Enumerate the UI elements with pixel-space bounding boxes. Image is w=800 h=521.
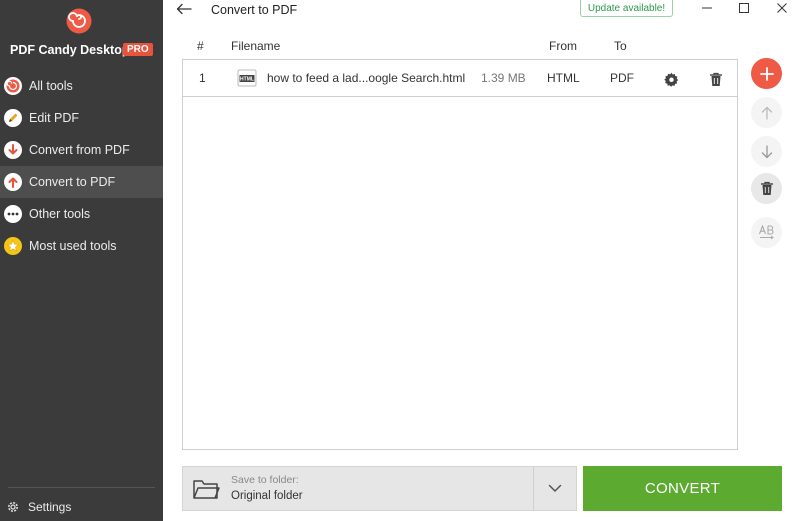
trash-icon [710, 72, 722, 86]
html-file-icon: HTML [237, 69, 257, 87]
minimize-button[interactable] [692, 0, 722, 16]
move-down-button[interactable] [751, 136, 782, 167]
table-row[interactable]: 1 HTML how to feed a lad...oogle Search.… [183, 60, 737, 97]
row-settings-button[interactable] [661, 69, 681, 89]
file-type-label: HTML [240, 77, 254, 83]
brand: PDF Candy Desktop PRO [0, 0, 163, 70]
update-available-button[interactable]: Update available! [580, 0, 673, 17]
back-button[interactable] [174, 0, 194, 18]
sidebar-item-label: All tools [29, 79, 73, 93]
sort-ab-icon [758, 224, 774, 239]
folder-dropdown-button[interactable] [534, 467, 576, 510]
row-index: 1 [199, 71, 206, 85]
trash-icon [760, 181, 773, 195]
arrow-up-icon [4, 173, 22, 191]
sidebar-item-convert-to-pdf[interactable]: Convert to PDF [0, 166, 163, 198]
maximize-icon [739, 3, 749, 13]
delete-all-button[interactable] [751, 173, 782, 204]
settings-button[interactable]: Settings [6, 498, 71, 516]
column-header-index: # [197, 39, 204, 53]
arrow-left-icon [176, 3, 192, 15]
sidebar-item-all-tools[interactable]: All tools [0, 70, 163, 102]
row-to: PDF [610, 71, 634, 85]
sidebar: PDF Candy Desktop PRO All tools Edit PDF… [0, 0, 163, 521]
pro-badge: PRO [123, 43, 153, 56]
save-folder-label: Save to folder: [231, 474, 299, 486]
file-list[interactable]: 1 HTML how to feed a lad...oogle Search.… [182, 59, 738, 450]
maximize-button[interactable] [729, 0, 759, 16]
sort-alphabetical-button[interactable] [751, 217, 782, 248]
convert-button[interactable]: CONVERT [583, 466, 782, 511]
row-size: 1.39 MB [481, 71, 526, 85]
gear-icon [8, 502, 18, 512]
sidebar-nav: All tools Edit PDF Convert from PDF Conv… [0, 70, 163, 262]
sidebar-item-edit-pdf[interactable]: Edit PDF [0, 102, 163, 134]
arrow-down-icon [761, 144, 772, 158]
plus-icon [759, 66, 774, 81]
more-dots-icon [4, 205, 22, 223]
sidebar-divider [8, 487, 155, 488]
folder-icon [193, 480, 220, 499]
arrow-up-icon [761, 106, 772, 120]
move-up-button[interactable] [751, 97, 782, 128]
close-button[interactable] [767, 0, 797, 16]
arrow-down-icon [4, 141, 22, 159]
star-icon [4, 237, 22, 255]
sidebar-item-label: Other tools [29, 207, 91, 221]
row-from: HTML [547, 71, 580, 85]
column-header-filename: Filename [231, 39, 281, 53]
sidebar-item-label: Convert to PDF [29, 175, 116, 189]
sidebar-item-most-used-tools[interactable]: Most used tools [0, 230, 163, 262]
settings-label: Settings [28, 500, 72, 514]
pencil-icon [4, 109, 22, 127]
row-filename: how to feed a lad...oogle Search.html [267, 71, 466, 85]
sidebar-item-other-tools[interactable]: Other tools [0, 198, 163, 230]
minimize-icon [702, 7, 712, 9]
chevron-down-icon [548, 484, 562, 492]
gear-icon [663, 72, 678, 87]
column-header-to: To [614, 39, 627, 53]
lollipop-logo-icon [66, 8, 92, 34]
sidebar-item-convert-from-pdf[interactable]: Convert from PDF [0, 134, 163, 166]
sidebar-item-label: Edit PDF [29, 111, 80, 125]
row-delete-button[interactable] [706, 69, 726, 89]
add-file-button[interactable] [751, 58, 782, 89]
save-folder-selector[interactable]: Save to folder: Original folder [182, 466, 577, 511]
save-folder-value: Original folder [231, 490, 303, 502]
column-header-from: From [549, 39, 577, 53]
sidebar-item-label: Most used tools [29, 239, 117, 253]
sidebar-item-label: Convert from PDF [29, 143, 130, 157]
lollipop-icon [4, 77, 22, 95]
page-title: Convert to PDF [211, 3, 298, 17]
close-icon [777, 3, 787, 13]
app-name: PDF Candy Desktop [10, 43, 130, 57]
